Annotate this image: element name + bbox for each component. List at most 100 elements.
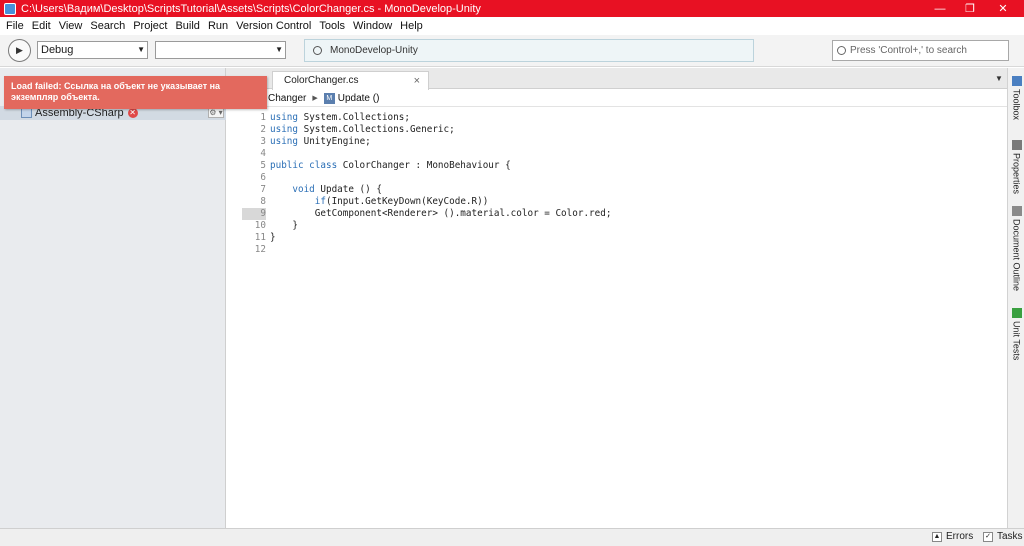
global-search-input[interactable]: Press 'Control+,' to search: [832, 40, 1009, 61]
code-editor[interactable]: 1 using System.Collections; 2 using System.…: [242, 107, 1007, 528]
bottom-status-bar: ▲ Errors ✓ Tasks: [0, 528, 1024, 546]
pad-tab-label: Unit Tests: [1011, 321, 1022, 361]
unit-tests-icon: [1011, 308, 1022, 318]
menu-search[interactable]: Search: [86, 20, 129, 32]
line-number: 9: [242, 208, 266, 220]
code-line[interactable]: 2 using System.Collections.Generic;: [242, 124, 1007, 136]
code-line[interactable]: 7 void Update () {: [242, 184, 1007, 196]
document-outline-icon: [1011, 206, 1022, 216]
run-button[interactable]: ▶: [8, 39, 31, 62]
code-rest: Update () {: [314, 184, 382, 195]
line-number: 12: [254, 244, 266, 255]
run-target-select[interactable]: ▼: [155, 41, 286, 59]
code-line[interactable]: 8 if(Input.GetKeyDown(KeyCode.R)): [242, 196, 1007, 208]
code-line[interactable]: 4: [242, 148, 1007, 160]
error-icon: ✕: [127, 108, 138, 118]
code-line[interactable]: 1 using System.Collections;: [242, 112, 1007, 124]
build-config-value: Debug: [41, 44, 74, 56]
play-icon: ▶: [16, 45, 23, 55]
status-area: MonoDevelop-Unity: [304, 39, 754, 62]
monodevelop-app-icon: [4, 2, 16, 15]
close-icon: ✕: [998, 3, 1008, 15]
pad-tab-toolbox[interactable]: Toolbox: [1008, 76, 1024, 120]
code-line[interactable]: 11}: [242, 232, 1007, 244]
code-line[interactable]: 6: [242, 172, 1007, 184]
restore-icon: ❐: [965, 3, 975, 15]
code-text: using System.Collections.Generic;: [270, 124, 455, 136]
code-rest: System.Collections;: [298, 112, 410, 123]
code-rest: }: [270, 232, 276, 243]
search-icon: [837, 46, 846, 55]
code-line[interactable]: 5 public class ColorChanger : MonoBehavio…: [242, 160, 1007, 172]
code-keyword: using: [270, 136, 298, 147]
errors-pad-button[interactable]: ▲ Errors: [932, 531, 973, 542]
code-text: }: [270, 220, 298, 232]
line-number: 5: [260, 160, 266, 171]
pad-tab-label: Properties: [1011, 153, 1022, 195]
menu-project[interactable]: Project: [129, 20, 171, 32]
errors-label: Errors: [946, 531, 974, 542]
chevron-down-icon: ▼: [137, 45, 145, 54]
code-rest: GetComponent<Renderer> ().material.color…: [270, 208, 612, 219]
minimize-button[interactable]: —: [925, 0, 955, 17]
build-config-select[interactable]: Debug ▼: [37, 41, 148, 59]
code-keyword: void: [270, 184, 315, 195]
menu-version-control[interactable]: Version Control: [232, 20, 315, 32]
menu-view[interactable]: View: [55, 20, 87, 32]
breadcrumb-class[interactable]: Changer: [268, 93, 306, 104]
menu-help[interactable]: Help: [396, 20, 427, 32]
toolbox-icon: [1011, 76, 1022, 86]
window-title: C:\Users\Вадим\Desktop\ScriptsTutorial\A…: [21, 2, 481, 15]
code-line[interactable]: 9 GetComponent<Renderer> ().material.col…: [242, 208, 1007, 220]
code-line[interactable]: 12: [242, 244, 1007, 256]
line-number: 8: [260, 196, 266, 207]
code-keyword: using: [270, 124, 298, 135]
close-tab-icon[interactable]: ×: [414, 72, 420, 90]
properties-icon: [1011, 140, 1022, 150]
code-rest: (Input.GetKeyDown(KeyCode.R)): [325, 196, 489, 207]
code-keyword: public class: [270, 160, 338, 171]
menu-file[interactable]: File: [2, 20, 28, 32]
menu-build[interactable]: Build: [171, 20, 203, 32]
minimize-icon: —: [934, 2, 946, 15]
code-text: void Update () {: [270, 184, 382, 196]
restore-button[interactable]: ❐: [955, 0, 985, 17]
line-number: 6: [260, 172, 266, 183]
code-text: if(Input.GetKeyDown(KeyCode.R)): [270, 196, 489, 208]
load-failed-notification[interactable]: Load failed: Ссылка на объект не указыва…: [4, 76, 267, 109]
breadcrumb-separator-icon: ▶: [312, 95, 318, 102]
pad-tab-document-outline[interactable]: Document Outline: [1008, 206, 1024, 291]
menu-window[interactable]: Window: [349, 20, 396, 32]
status-text: MonoDevelop-Unity: [330, 45, 418, 56]
project-icon: [21, 108, 32, 118]
chevron-down-icon: ▼: [275, 45, 283, 54]
line-number: 4: [260, 148, 266, 159]
menu-run[interactable]: Run: [204, 20, 232, 32]
close-window-button[interactable]: ✕: [988, 0, 1018, 17]
pad-tab-unit-tests[interactable]: Unit Tests: [1008, 308, 1024, 360]
code-keyword: if: [270, 196, 326, 207]
tab-colorchanger-cs[interactable]: ColorChanger.cs ×: [272, 71, 429, 90]
tab-label: ColorChanger.cs: [284, 75, 359, 86]
menu-bar: File Edit View Search Project Build Run …: [0, 17, 1024, 35]
code-line[interactable]: 3 using UnityEngine;: [242, 136, 1007, 148]
search-placeholder: Press 'Control+,' to search: [850, 45, 967, 56]
code-rest: }: [270, 220, 298, 231]
menu-tools[interactable]: Tools: [315, 20, 349, 32]
code-keyword: using: [270, 112, 298, 123]
code-line[interactable]: 10 }: [242, 220, 1007, 232]
line-number: 7: [260, 184, 266, 195]
breadcrumb-method[interactable]: Update (): [338, 93, 380, 104]
status-ready-icon: [313, 46, 322, 55]
tasks-label: Tasks: [997, 531, 1023, 542]
tab-list-dropdown[interactable]: ▼: [995, 74, 1003, 83]
tasks-pad-button[interactable]: ✓ Tasks: [983, 531, 1023, 542]
line-number: 10: [254, 220, 266, 231]
pad-tab-properties[interactable]: Properties: [1008, 140, 1024, 194]
check-icon: ✓: [983, 531, 993, 542]
pad-tab-label: Toolbox: [1011, 89, 1022, 121]
code-rest: System.Collections.Generic;: [298, 124, 455, 135]
menu-edit[interactable]: Edit: [28, 20, 55, 32]
code-rest: UnityEngine;: [298, 136, 371, 147]
code-text: }: [270, 232, 276, 244]
